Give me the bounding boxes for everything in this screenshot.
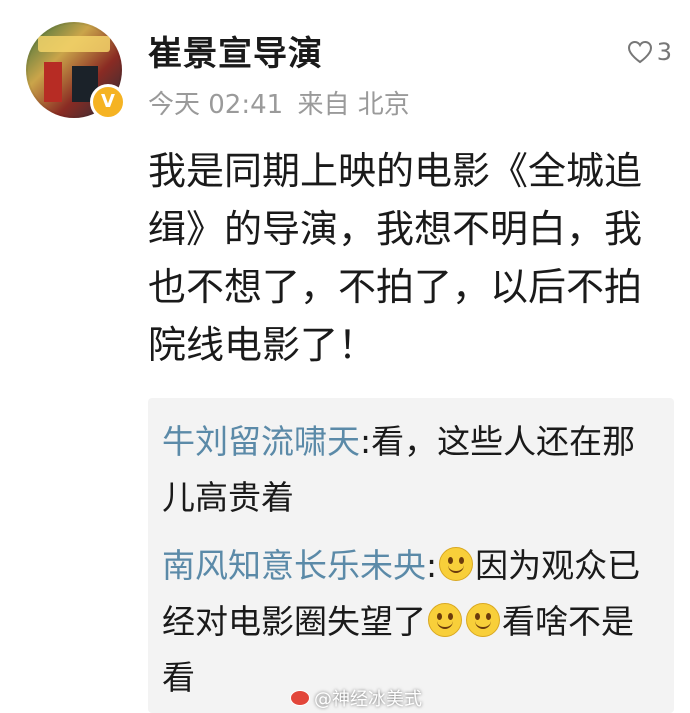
author-name[interactable]: 崔景宣导演 (148, 26, 323, 75)
comment-item[interactable]: 牛刘留流啸天:看，这些人还在那儿高贵着 (162, 414, 652, 526)
comment-item[interactable]: 南风知意长乐未央: 因为观众已经对电影圈失望了 看啥不是看 (162, 538, 652, 706)
commenter-name[interactable]: 南风知意长乐未央 (162, 546, 426, 585)
watermark-text: @神经冰美式 (314, 689, 422, 710)
post-source: 来自 北京 (297, 90, 410, 120)
watermark: @神经冰美式 (290, 685, 422, 711)
smiley-emoji-icon (466, 603, 500, 637)
weibo-post-card: V 崔景宣导演 今天 02:41 来自 北京 3 我是同期上映的电影《全城追缉》… (0, 0, 690, 713)
weibo-logo-icon (290, 690, 310, 706)
like-button[interactable]: 3 (627, 38, 672, 66)
smiley-emoji-icon (439, 547, 474, 581)
post-content: 我是同期上映的电影《全城追缉》的导演，我想不明白，我也不想了，不拍了，以后不拍院… (148, 149, 643, 367)
post-meta: 今天 02:41 来自 北京 (148, 84, 416, 121)
avatar-shop-sign (38, 36, 110, 52)
verified-badge-icon: V (90, 84, 126, 120)
comments-section: 牛刘留流啸天:看，这些人还在那儿高贵着 南风知意长乐未央: 因为观众已经对电影圈失… (148, 398, 674, 713)
avatar-red-door (44, 62, 62, 102)
post-time: 今天 02:41 (148, 90, 284, 120)
like-count: 3 (656, 38, 672, 66)
heart-outline-icon (627, 40, 652, 64)
comment-separator: : (426, 546, 438, 585)
comment-separator: : (360, 422, 372, 461)
commenter-name[interactable]: 牛刘留流啸天 (162, 422, 360, 461)
smiley-emoji-icon (428, 603, 462, 637)
